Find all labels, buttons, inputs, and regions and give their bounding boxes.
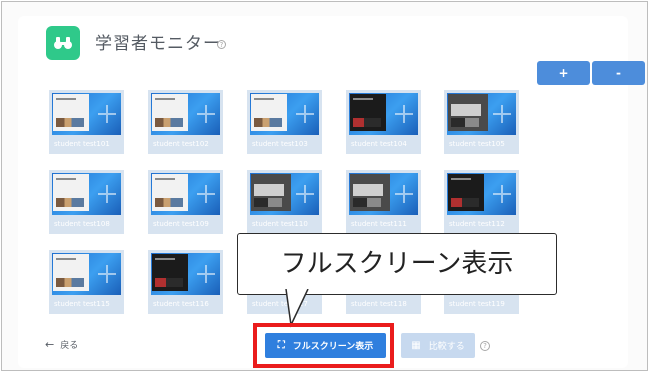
windows-logo-icon (493, 105, 511, 123)
student-name-label: student test112 (449, 220, 505, 228)
back-arrow-icon: ← (45, 338, 55, 351)
student-tile[interactable]: student test110 (247, 170, 322, 234)
screen-thumbnail (151, 93, 220, 135)
fullscreen-icon: ⛶ (277, 340, 285, 351)
app-window-thumbnail (448, 94, 488, 131)
app-window-thumbnail (152, 94, 188, 131)
screen-thumbnail (250, 173, 319, 215)
fullscreen-label: フルスクリーン表示 (292, 342, 374, 352)
app-window-thumbnail (53, 254, 89, 291)
screen-thumbnail (349, 93, 418, 135)
screen-thumbnail (52, 253, 121, 295)
student-name-label: student test119 (449, 300, 505, 308)
student-tile[interactable]: student test111 (346, 170, 421, 234)
student-name-label: student test108 (54, 220, 110, 228)
help-icon[interactable]: ? (217, 40, 226, 49)
student-name-label: student test110 (252, 220, 308, 228)
student-name-label: student test104 (351, 140, 407, 148)
screen-thumbnail (151, 253, 220, 295)
student-name-label: student test118 (351, 300, 407, 308)
windows-logo-icon (197, 265, 215, 283)
screen-thumbnail (52, 173, 121, 215)
screen-thumbnail (349, 173, 418, 215)
windows-logo-icon (296, 185, 314, 203)
back-label: 戻る (60, 341, 79, 351)
student-name-label: student test101 (54, 140, 110, 148)
windows-logo-icon (98, 265, 116, 283)
app-window-thumbnail (53, 174, 89, 211)
windows-logo-icon (98, 185, 116, 203)
screen-thumbnail (52, 93, 121, 135)
callout-fullscreen: フルスクリーン表示 (237, 233, 557, 295)
app-window-thumbnail (350, 174, 390, 211)
app-window-thumbnail (448, 174, 484, 211)
page-title: 学習者モニター (95, 34, 221, 54)
student-name-label: student test111 (351, 220, 407, 228)
screen-thumbnail (447, 93, 516, 135)
windows-logo-icon (197, 105, 215, 123)
binoculars-icon (46, 26, 80, 60)
compare-icon: ▦ (411, 340, 421, 351)
compare-help-icon[interactable]: ? (480, 341, 490, 351)
app-window-thumbnail (251, 94, 287, 131)
student-tile[interactable]: student test102 (148, 90, 223, 154)
app-window-thumbnail (251, 174, 291, 211)
app-window-thumbnail (350, 94, 386, 131)
student-tile[interactable]: student test104 (346, 90, 421, 154)
student-tile[interactable]: student test115 (49, 250, 124, 314)
screen-thumbnail (447, 173, 516, 215)
student-name-label: student test105 (449, 140, 505, 148)
student-tile[interactable]: student test116 (148, 250, 223, 314)
student-tile[interactable]: student test105 (444, 90, 519, 154)
student-name-label: student test115 (54, 300, 110, 308)
student-tile[interactable]: student test112 (444, 170, 519, 234)
app-window-thumbnail (53, 94, 89, 131)
windows-logo-icon (197, 185, 215, 203)
app-window-thumbnail (152, 174, 188, 211)
student-tile[interactable]: student test108 (49, 170, 124, 234)
student-tile[interactable]: student test103 (247, 90, 322, 154)
student-name-label: student test103 (252, 140, 308, 148)
windows-logo-icon (296, 105, 314, 123)
student-name-label: student test109 (153, 220, 209, 228)
screen-thumbnail (250, 93, 319, 135)
screen-thumbnail (151, 173, 220, 215)
zoom-out-button[interactable]: - (592, 61, 645, 85)
windows-logo-icon (98, 105, 116, 123)
student-tile[interactable]: student test109 (148, 170, 223, 234)
windows-logo-icon (395, 185, 413, 203)
student-name-label: student test116 (153, 300, 209, 308)
zoom-in-button[interactable]: + (537, 61, 590, 85)
student-name-label: student test102 (153, 140, 209, 148)
fullscreen-button[interactable]: ⛶ フルスクリーン表示 (265, 333, 386, 358)
back-link[interactable]: ← 戻る (45, 338, 78, 351)
windows-logo-icon (395, 105, 413, 123)
compare-label: 比較する (428, 342, 465, 352)
windows-logo-icon (493, 185, 511, 203)
app-window-thumbnail (152, 254, 188, 291)
compare-button[interactable]: ▦ 比較する (401, 333, 475, 358)
student-tile[interactable]: student test101 (49, 90, 124, 154)
